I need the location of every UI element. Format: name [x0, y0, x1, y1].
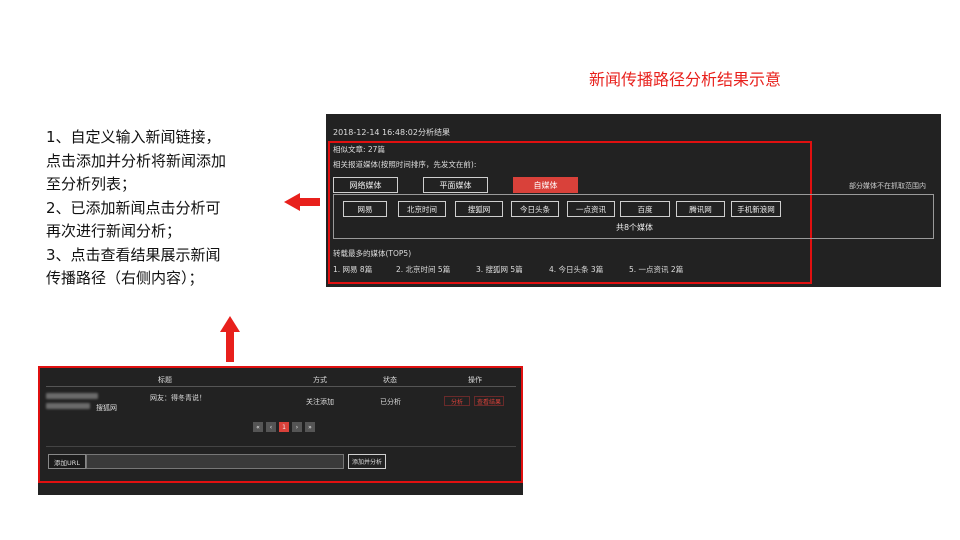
pager-last[interactable]: » — [305, 422, 315, 432]
media-tag[interactable]: 腾讯网 — [676, 201, 725, 217]
related-media-label: 相关报道媒体(按照时间排序，先发文在前): — [333, 160, 477, 169]
url-row-divider — [46, 446, 516, 447]
col-header-actions: 操作 — [468, 376, 482, 384]
media-tag[interactable]: 手机新浪网 — [731, 201, 781, 217]
top5-item: 1. 网易 8篇 — [333, 265, 373, 274]
url-input[interactable] — [86, 454, 344, 469]
col-header-method: 方式 — [313, 376, 327, 384]
row-title-text[interactable]: 网友：得冬青说！ — [150, 393, 206, 403]
arrow-up-icon — [220, 316, 240, 362]
media-tag[interactable]: 百度 — [620, 201, 670, 217]
slide-title: 新闻传播路径分析结果示意 — [588, 70, 781, 89]
instruction-line: 点击添加并分析将新闻添加 — [46, 151, 227, 170]
media-tag[interactable]: 一点资讯 — [567, 201, 615, 217]
instructions-text: 1、自定义输入新闻链接， 点击添加并分析将新闻添加 至分析列表； 2、已添加新闻… — [46, 126, 278, 291]
pager-page[interactable]: 1 — [279, 422, 289, 432]
media-count: 共8个媒体 — [615, 223, 654, 232]
top5-item: 4. 今日头条 3篇 — [549, 265, 604, 274]
view-result-button[interactable]: 查看结果 — [474, 396, 504, 406]
coverage-note: 部分媒体不在抓取范围内 — [849, 182, 926, 190]
header-divider — [46, 386, 516, 387]
instruction-line: 再次进行新闻分析； — [46, 222, 182, 240]
instruction-line: 传播路径（右侧内容）； — [46, 269, 204, 287]
row-method: 关注添加 — [306, 398, 334, 406]
col-header-title: 标题 — [158, 376, 172, 384]
media-tag[interactable]: 网易 — [343, 201, 387, 217]
arrow-left-icon — [284, 193, 320, 211]
analyze-button[interactable]: 分析 — [444, 396, 470, 406]
col-header-status: 状态 — [383, 376, 397, 384]
top5-item: 2. 北京时间 5篇 — [396, 265, 451, 274]
top5-item: 5. 一点资讯 2篇 — [629, 265, 684, 274]
tab-self-media[interactable]: 自媒体 — [513, 177, 578, 193]
pager-prev[interactable]: ‹ — [266, 422, 276, 432]
instruction-line: 3、点击查看结果展示新闻 — [46, 245, 221, 264]
instruction-line: 至分析列表； — [46, 175, 137, 193]
media-tag[interactable]: 北京时间 — [398, 201, 446, 217]
media-tag[interactable]: 今日头条 — [511, 201, 559, 217]
redacted-title — [46, 403, 90, 409]
instruction-line: 1、自定义输入新闻链接， — [46, 128, 221, 146]
article-count: 相似文章: 27篇 — [333, 145, 385, 154]
tab-online-media[interactable]: 网络媒体 — [333, 177, 398, 193]
news-list-panel: 标题 方式 状态 操作 网友：得冬青说！ 搜狐网 关注添加 已分析 分析 查看结… — [38, 366, 523, 495]
add-url-label: 添加URL — [48, 454, 86, 469]
row-source: 搜狐网 — [96, 404, 117, 412]
pager-next[interactable]: › — [292, 422, 302, 432]
top5-label: 转载最多的媒体(TOP5) — [333, 249, 412, 258]
instruction-line: 2、已添加新闻点击分析可 — [46, 198, 221, 217]
pager-first[interactable]: « — [253, 422, 263, 432]
row-status: 已分析 — [380, 398, 401, 406]
add-and-analyze-button[interactable]: 添加并分析 — [348, 454, 386, 469]
result-timestamp: 2018-12-14 16:48:02分析结果 — [333, 128, 450, 137]
media-tag[interactable]: 搜狐网 — [455, 201, 503, 217]
redacted-title — [46, 393, 98, 399]
tab-print-media[interactable]: 平面媒体 — [423, 177, 488, 193]
top5-item: 3. 搜狐网 5篇 — [476, 265, 523, 274]
media-list-box: 网易 北京时间 搜狐网 今日头条 一点资讯 百度 腾讯网 手机新浪网 共8个媒体 — [333, 194, 934, 239]
analysis-result-panel: 2018-12-14 16:48:02分析结果 相似文章: 27篇 相关报道媒体… — [326, 114, 941, 287]
